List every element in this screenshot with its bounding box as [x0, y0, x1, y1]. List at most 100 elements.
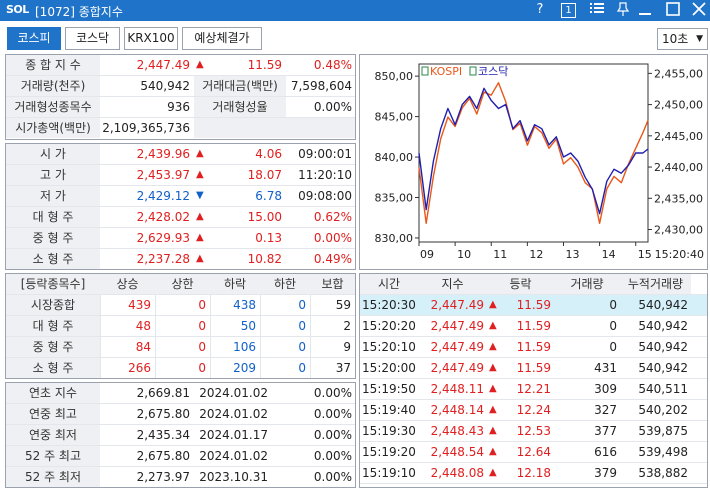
tick-index: 2,447.49 [430, 340, 484, 354]
ohlc-value: 2,439.96 [136, 147, 190, 161]
ohlc-label: 고 가 [6, 165, 100, 185]
ohlc-extra: 0.62% [313, 210, 352, 224]
tick-row[interactable]: 15:19:10 2,448.08 ▲ 12.18 379 538,882 [360, 463, 707, 484]
tick-row[interactable]: 15:19:30 2,448.43 ▲ 12.53 377 539,875 [360, 421, 707, 442]
yearly-date: 2023.10.31 [199, 470, 268, 484]
index-value: 2,447.49 [136, 58, 190, 72]
summary-row-formed: 거래형성종목수 936 거래형성율 0.00% [6, 97, 355, 118]
breadth-cell: 0 [260, 337, 310, 357]
tab-kosdaq[interactable]: 코스닥 [65, 27, 120, 50]
volume-label: 거래량(천주) [6, 76, 100, 96]
x-axis-label: 09 [420, 248, 434, 261]
maximize-icon[interactable] [665, 2, 681, 18]
yearly-date: 2024.01.02 [199, 407, 268, 421]
yearly-label: 52 주 최고 [6, 446, 100, 466]
ohlc-value: 2,629.93 [136, 231, 190, 245]
legend-label: 코스닥 [478, 65, 508, 78]
breadth-cell: 50 [210, 316, 260, 336]
breadth-row: 중 형 주 84 0 106 0 9 [6, 337, 355, 358]
ohlc-change: 18.07 [247, 168, 282, 182]
yearly-value: 2,669.81 [136, 386, 190, 400]
tab-krx100[interactable]: KRX100 [124, 27, 178, 50]
tick-cum-volume: 538,882 [638, 466, 688, 480]
tab-kospi[interactable]: 코스피 [7, 27, 61, 50]
menu-icon[interactable] [588, 2, 606, 18]
up-triangle-icon: ▲ [489, 446, 497, 457]
summary-row-volume: 거래량(천주) 540,942 거래대금(백만) 7,598,604 [6, 76, 355, 97]
breadth-cell: 84 [100, 337, 155, 357]
x-axis-label: 12 [529, 248, 543, 261]
yearly-row: 연중 최저 2,435.34 2024.01.17 0.00% [6, 425, 355, 446]
ticks-header: 시간 지수 등락 거래량 누적거래량 [360, 274, 707, 295]
tick-time: 15:19:50 [362, 382, 416, 396]
yearly-label: 연중 최저 [6, 425, 100, 445]
tick-time: 15:19:20 [362, 445, 416, 459]
right-axis-label: 2,435,00 [654, 192, 703, 205]
summary-row-index: 종 합 지 수 2,447.49 ▲ 11.59 0.48% [6, 55, 355, 76]
tick-row[interactable]: 15:19:40 2,448.14 ▲ 12.24 327 540,202 [360, 400, 707, 421]
tick-time: 15:19:10 [362, 466, 416, 480]
left-axis-label: 840,00 [375, 151, 414, 164]
amount-label: 거래대금(백만) [194, 76, 286, 96]
ohlc-label: 저 가 [6, 186, 100, 206]
pin-icon[interactable] [614, 2, 632, 18]
breadth-cell: 439 [100, 295, 155, 315]
tick-cum-volume: 540,942 [638, 319, 688, 333]
minimize-icon[interactable] [637, 2, 653, 18]
right-axis-label: 2,445,00 [654, 130, 703, 143]
up-triangle-icon: ▲ [489, 404, 497, 415]
tick-row[interactable]: 15:19:50 2,448.11 ▲ 12.21 309 540,511 [360, 379, 707, 400]
x-axis-label: 11 [493, 248, 507, 261]
ohlc-row: 중 형 주 2,629.93 ▲ 0.13 0.00% [6, 228, 355, 249]
tick-change: 12.53 [516, 424, 551, 438]
summary-panel: 종 합 지 수 2,447.49 ▲ 11.59 0.48% 거래량(천주) 5… [5, 54, 356, 140]
tick-row[interactable]: 15:20:20 2,447.49 ▲ 11.59 0 540,942 [360, 316, 707, 337]
up-triangle-icon: ▲ [196, 169, 204, 180]
left-axis-label: 845,00 [375, 111, 414, 124]
summary-row-mcap: 시가총액(백만) 2,109,365,736 [6, 118, 355, 139]
ohlc-value: 2,453.97 [136, 168, 190, 182]
tick-volume: 309 [594, 382, 617, 396]
right-axis-label: 2,455,00 [654, 67, 703, 80]
tick-row[interactable]: 15:20:10 2,447.49 ▲ 11.59 0 540,942 [360, 337, 707, 358]
up-triangle-icon: ▲ [489, 425, 497, 436]
interval-value: 10초 [662, 32, 689, 46]
yearly-value: 2,675.80 [136, 449, 190, 463]
breadth-cell: 0 [260, 295, 310, 315]
yearly-date: 2024.01.02 [199, 386, 268, 400]
yearly-date: 2024.01.17 [199, 428, 268, 442]
index-chart: 850,00 845,00 840,00 835,00 830,00 2,455,00 2,… [375, 63, 704, 261]
tick-time: 15:20:10 [362, 340, 416, 354]
right-axis-label: 2,440,00 [654, 161, 703, 174]
ohlc-row: 대 형 주 2,428.02 ▲ 15.00 0.62% [6, 207, 355, 228]
tick-volume: 431 [594, 361, 617, 375]
help-icon[interactable]: ? [533, 2, 547, 18]
ohlc-extra: 09:00:01 [298, 147, 352, 161]
close-icon[interactable] [691, 2, 707, 18]
tick-change: 12.18 [516, 466, 551, 480]
up-triangle-icon: ▲ [489, 341, 497, 352]
breadth-cell: 37 [310, 358, 355, 378]
screen-number-button[interactable]: 1 [561, 3, 576, 18]
formed-rate-label: 거래형성율 [194, 97, 286, 117]
x-axis-label: 14 [602, 248, 616, 261]
ohlc-panel: 시 가 2,439.96 ▲ 4.06 09:00:01 고 가 2,453.97 ▲ 18.0… [5, 143, 356, 270]
tick-volume: 0 [609, 319, 617, 333]
breadth-row: 시장종합 439 0 438 0 59 [6, 295, 355, 316]
yearly-rate: 0.00% [313, 449, 352, 463]
tick-time: 15:20:30 [362, 298, 416, 312]
formed-count-value: 936 [167, 100, 190, 114]
volume-value: 540,942 [140, 79, 190, 93]
tick-row[interactable]: 15:20:00 2,447.49 ▲ 11.59 431 540,942 [360, 358, 707, 379]
yearly-row: 52 주 최고 2,675.80 2024.01.02 0.00% [6, 446, 355, 467]
up-triangle-icon: ▲ [196, 148, 204, 159]
tick-row[interactable]: 15:19:20 2,448.54 ▲ 12.64 616 539,498 [360, 442, 707, 463]
tab-expected-price[interactable]: 예상체결가 [182, 27, 262, 50]
index-label: 종 합 지 수 [6, 55, 100, 75]
tick-row[interactable]: 15:20:30 2,447.49 ▲ 11.59 0 540,942 [360, 295, 707, 316]
amount-value: 7,598,604 [290, 79, 352, 93]
interval-select[interactable]: 10초 ▼ [657, 28, 708, 50]
chevron-down-icon: ▼ [696, 34, 703, 44]
window-title: [1072] 종합지수 [35, 5, 123, 19]
up-triangle-icon: ▲ [489, 467, 497, 478]
